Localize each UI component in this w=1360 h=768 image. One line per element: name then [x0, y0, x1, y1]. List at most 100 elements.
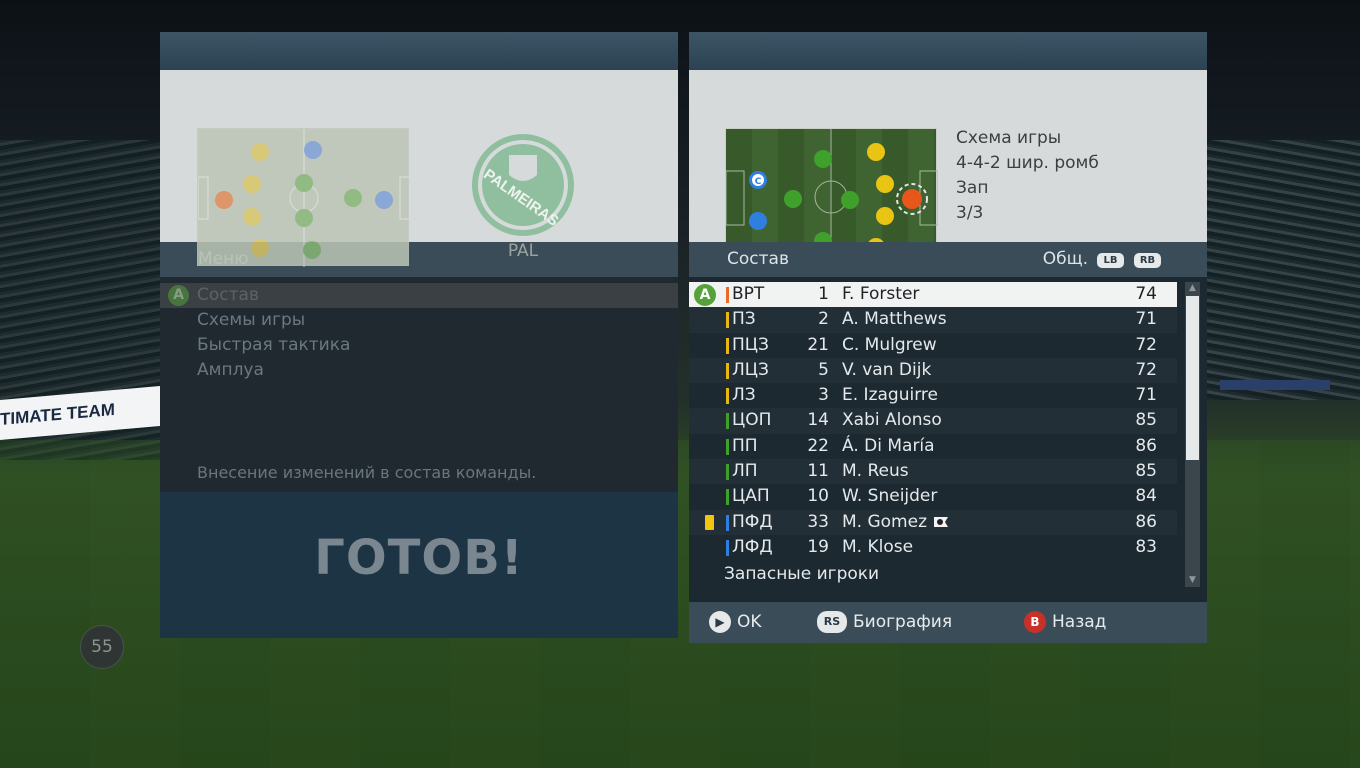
team-overview: PALMEIRAS PAL — [160, 70, 678, 267]
player-dot — [295, 209, 313, 227]
player-dot — [784, 190, 802, 208]
menu-item-label: Быстрая тактика — [197, 335, 351, 355]
player-name: Xabi Alonso — [842, 410, 942, 431]
player-row[interactable]: ЛФД 19 M. Klose 83 — [689, 535, 1177, 560]
position-color-bar — [726, 388, 729, 405]
player-row[interactable]: ЛП 11 M. Reus 85 — [689, 459, 1177, 485]
position-color-bar — [726, 489, 729, 506]
player-row[interactable]: ЛЗ 3 E. Izaguirre 71 — [689, 383, 1177, 408]
player-dot — [243, 208, 261, 226]
player-rating: 85 — [1135, 410, 1157, 431]
player-number: 22 — [807, 435, 829, 456]
subs-label[interactable]: Запасные игроки — [724, 564, 879, 584]
player-dot — [243, 175, 261, 193]
position-color-bar — [726, 287, 729, 303]
yellow-card-icon — [705, 514, 714, 530]
bio-control[interactable]: RS Биография — [817, 602, 952, 643]
player-position: ЛФД — [732, 536, 773, 557]
ad-board-right — [1220, 380, 1330, 390]
player-dot — [304, 141, 322, 159]
scroll-thumb[interactable] — [1186, 296, 1199, 460]
player-number: 5 — [818, 359, 829, 380]
stadium-stands-right — [1207, 140, 1360, 400]
player-dot — [251, 239, 269, 257]
position-color-bar — [726, 413, 729, 430]
footer-controls: ▶ OK RS Биография B Назад — [689, 602, 1207, 643]
player-dot — [215, 191, 233, 209]
svg-text:C: C — [755, 177, 762, 187]
formation-overview: C Схема игры 4-4-2 шир. ромб Зап 3/3 — [689, 70, 1207, 267]
position-color-bar — [726, 312, 729, 329]
scroll-down-icon[interactable]: ▼ — [1185, 574, 1200, 587]
menu-item-label: Состав — [197, 285, 259, 305]
player-position: ЛП — [732, 461, 758, 482]
player-name: V. van Dijk — [842, 359, 932, 380]
rb-button-icon[interactable]: RB — [1134, 253, 1161, 268]
player-number: 21 — [807, 334, 829, 355]
menu-item-roles[interactable]: Амплуа — [160, 358, 678, 383]
ok-label: OK — [737, 612, 762, 632]
player-name: E. Izaguirre — [842, 385, 938, 406]
timer-badge: 55 — [80, 625, 124, 669]
penalty-taker-icon — [931, 514, 951, 530]
player-name: M. Reus — [842, 461, 909, 482]
position-color-bar — [726, 539, 729, 556]
player-dot — [303, 241, 321, 259]
club-crest-icon: PALMEIRAS — [472, 134, 574, 236]
menu-item-quick-tactics[interactable]: Быстрая тактика — [160, 333, 678, 358]
player-position: ЦОП — [732, 410, 772, 431]
player-name: Á. Di María — [842, 435, 935, 456]
player-position: ПЦЗ — [732, 334, 769, 355]
lb-button-icon[interactable]: LB — [1097, 253, 1124, 268]
formation-info: Схема игры 4-4-2 шир. ромб Зап 3/3 — [956, 126, 1099, 226]
position-color-bar — [726, 464, 729, 481]
player-number: 33 — [807, 511, 829, 532]
player-rating: 85 — [1135, 461, 1157, 482]
player-position: ПЗ — [732, 309, 756, 330]
scrollbar[interactable]: ▲ ▼ — [1185, 282, 1200, 587]
player-row[interactable]: ПЦЗ 21 C. Mulgrew 72 — [689, 333, 1177, 358]
player-row[interactable]: ПФД 33 M. Gomez 86 — [689, 509, 1177, 535]
player-rows: A ВРТ 1 F. Forster 74 ПЗ 2 A. Matthews 71 ПЦЗ 21 C.… — [689, 282, 1207, 560]
position-color-bar — [726, 438, 729, 455]
player-name: M. Klose — [842, 536, 914, 557]
player-dot — [902, 189, 922, 209]
back-label: Назад — [1052, 612, 1107, 632]
menu-item-label: Схемы игры — [197, 310, 306, 330]
position-color-bar — [726, 362, 729, 379]
panel-top-strip — [160, 32, 678, 70]
squad-list: A ВРТ 1 F. Forster 74 ПЗ 2 A. Matthews 71 ПЦЗ 21 C.… — [689, 277, 1207, 602]
back-control[interactable]: B Назад — [1024, 602, 1106, 643]
player-number: 3 — [818, 385, 829, 406]
player-dot — [344, 189, 362, 207]
player-row[interactable]: ПЗ 2 A. Matthews 71 — [689, 307, 1177, 333]
sort-label[interactable]: Общ. — [1043, 242, 1088, 277]
a-button-icon: A — [694, 284, 716, 306]
menu-item-squad[interactable]: A Состав — [160, 283, 678, 308]
scroll-up-icon[interactable]: ▲ — [1185, 282, 1200, 295]
player-row[interactable]: ЛЦЗ 5 V. van Dijk 72 — [689, 357, 1177, 384]
player-rating: 84 — [1135, 486, 1157, 507]
start-button-icon: ▶ — [709, 611, 731, 633]
player-name: W. Sneijder — [842, 486, 938, 507]
team-menu: A Состав Схемы игры Быстрая тактика Ампл… — [160, 277, 678, 492]
player-dot — [876, 175, 894, 193]
menu-hint-text: Внесение изменений в состав команды. — [197, 463, 537, 482]
player-rating: 86 — [1135, 435, 1157, 456]
rs-button-icon: RS — [817, 611, 847, 633]
formation-info-title: Схема игры — [956, 128, 1062, 148]
player-rating: 83 — [1135, 536, 1157, 557]
player-position: ВРТ — [732, 284, 765, 304]
formation-info-name: 4-4-2 шир. ромб — [956, 153, 1099, 173]
player-row[interactable]: ЦОП 14 Xabi Alonso 85 — [689, 408, 1177, 434]
player-dot — [375, 191, 393, 209]
player-row[interactable]: A ВРТ 1 F. Forster 74 — [689, 282, 1177, 308]
menu-item-label: Амплуа — [197, 360, 264, 380]
ok-control[interactable]: ▶ OK — [709, 602, 762, 643]
player-row[interactable]: ПП 22 Á. Di María 86 — [689, 434, 1177, 459]
player-row[interactable]: ЦАП 10 W. Sneijder 84 — [689, 484, 1177, 509]
ready-button[interactable]: ГОТОВ! — [160, 492, 678, 638]
player-rating: 71 — [1135, 309, 1157, 330]
menu-item-formations[interactable]: Схемы игры — [160, 308, 678, 333]
squad-header: Состав Общ. LB RB — [689, 242, 1207, 277]
